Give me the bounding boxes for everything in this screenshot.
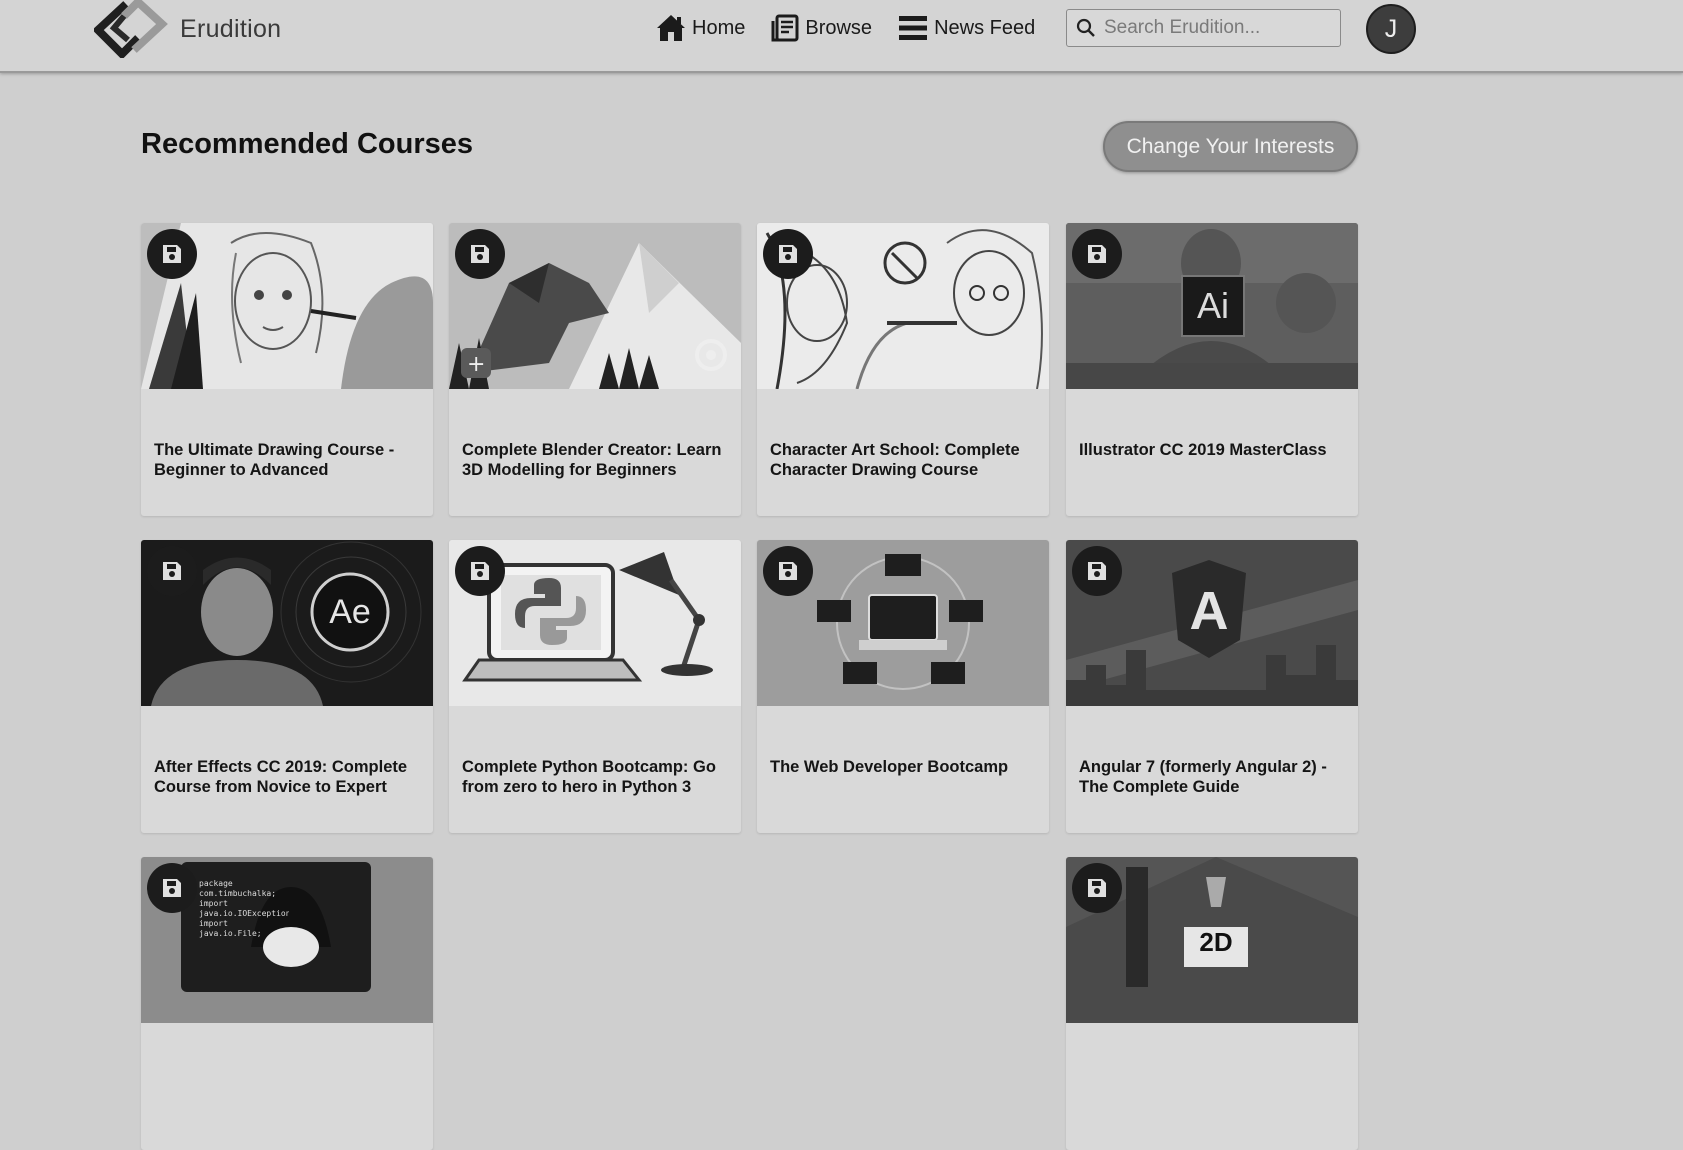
course-card[interactable]: Ae After Effects CC 2019: Complete Cours…: [141, 540, 433, 833]
course-title[interactable]: Character Art School: Complete Character…: [770, 440, 1038, 480]
change-interests-button[interactable]: Change Your Interests: [1103, 121, 1358, 172]
save-icon: [1088, 879, 1106, 897]
save-icon: [471, 562, 489, 580]
search-box[interactable]: [1066, 9, 1341, 47]
erudition-logo-icon: [94, 0, 168, 58]
code-snippet-text: package com.timbuchalka; import java.io.…: [199, 879, 289, 938]
nav-news-feed[interactable]: News Feed: [898, 14, 1035, 42]
course-card[interactable]: package com.timbuchalka; import java.io.…: [141, 857, 433, 1150]
save-icon: [1088, 245, 1106, 263]
save-icon: [471, 245, 489, 263]
save-course-button[interactable]: [147, 863, 197, 913]
book-icon: [771, 14, 799, 42]
svg-text:+: +: [467, 352, 485, 377]
angular-a-label: A: [1189, 581, 1229, 641]
brand-name: Erudition: [180, 14, 282, 43]
save-course-button[interactable]: [1072, 546, 1122, 596]
course-title[interactable]: Angular 7 (formerly Angular 2) - The Com…: [1079, 757, 1347, 797]
search-icon: [1076, 18, 1095, 37]
two-d-label: 2D: [1199, 926, 1233, 957]
course-card[interactable]: The Ultimate Drawing Course - Beginner t…: [141, 223, 433, 516]
after-effects-ae-label: Ae: [329, 592, 371, 631]
course-title[interactable]: The Web Developer Bootcamp: [770, 757, 1038, 777]
save-icon: [163, 879, 181, 897]
feed-icon: [899, 16, 928, 40]
course-card[interactable]: Complete Python Bootcamp: Go from zero t…: [449, 540, 741, 833]
save-course-button[interactable]: [147, 546, 197, 596]
save-icon: [1088, 562, 1106, 580]
save-icon: [163, 562, 181, 580]
save-course-button[interactable]: [763, 546, 813, 596]
course-card[interactable]: The Web Developer Bootcamp: [757, 540, 1049, 833]
illustrator-ai-label: Ai: [1196, 285, 1229, 326]
home-icon: [657, 15, 685, 41]
nav-home-label: Home: [692, 16, 746, 39]
save-course-button[interactable]: [763, 229, 813, 279]
course-card[interactable]: Ai Illustrator CC 2019 MasterClass: [1066, 223, 1358, 516]
top-navbar: Erudition Home Browse News Feed Search E…: [0, 0, 1683, 73]
course-card[interactable]: + Complete Blender Creator: Learn 3D Mod…: [449, 223, 741, 516]
course-title[interactable]: Complete Blender Creator: Learn 3D Model…: [462, 440, 730, 480]
course-title[interactable]: Complete Python Bootcamp: Go from zero t…: [462, 757, 730, 797]
course-title[interactable]: Illustrator CC 2019 MasterClass: [1079, 440, 1347, 460]
page-title: Recommended Courses: [141, 128, 473, 160]
search-input[interactable]: [1104, 17, 1329, 39]
nav-browse[interactable]: Browse: [771, 14, 872, 42]
course-title[interactable]: After Effects CC 2019: Complete Course f…: [154, 757, 422, 797]
save-course-button[interactable]: [455, 546, 505, 596]
save-course-button[interactable]: [455, 229, 505, 279]
save-icon: [163, 245, 181, 263]
course-title[interactable]: The Ultimate Drawing Course - Beginner t…: [154, 440, 422, 480]
nav-browse-label: Browse: [805, 16, 873, 39]
save-icon: [779, 562, 797, 580]
nav-news-feed-label: News Feed: [934, 16, 1036, 39]
brand-logo[interactable]: Erudition: [94, 0, 281, 58]
save-course-button[interactable]: [147, 229, 197, 279]
course-card[interactable]: 2D: [1066, 857, 1358, 1150]
save-course-button[interactable]: [1072, 863, 1122, 913]
course-card[interactable]: A Angular 7 (formerly Angular 2) - The C…: [1066, 540, 1358, 833]
nav-home[interactable]: Home: [656, 14, 745, 42]
main-nav: Home Browse News Feed: [656, 12, 1061, 44]
save-course-button[interactable]: [1072, 229, 1122, 279]
course-card[interactable]: Character Art School: Complete Character…: [757, 223, 1049, 516]
save-icon: [779, 245, 797, 263]
user-avatar[interactable]: J: [1366, 4, 1416, 54]
